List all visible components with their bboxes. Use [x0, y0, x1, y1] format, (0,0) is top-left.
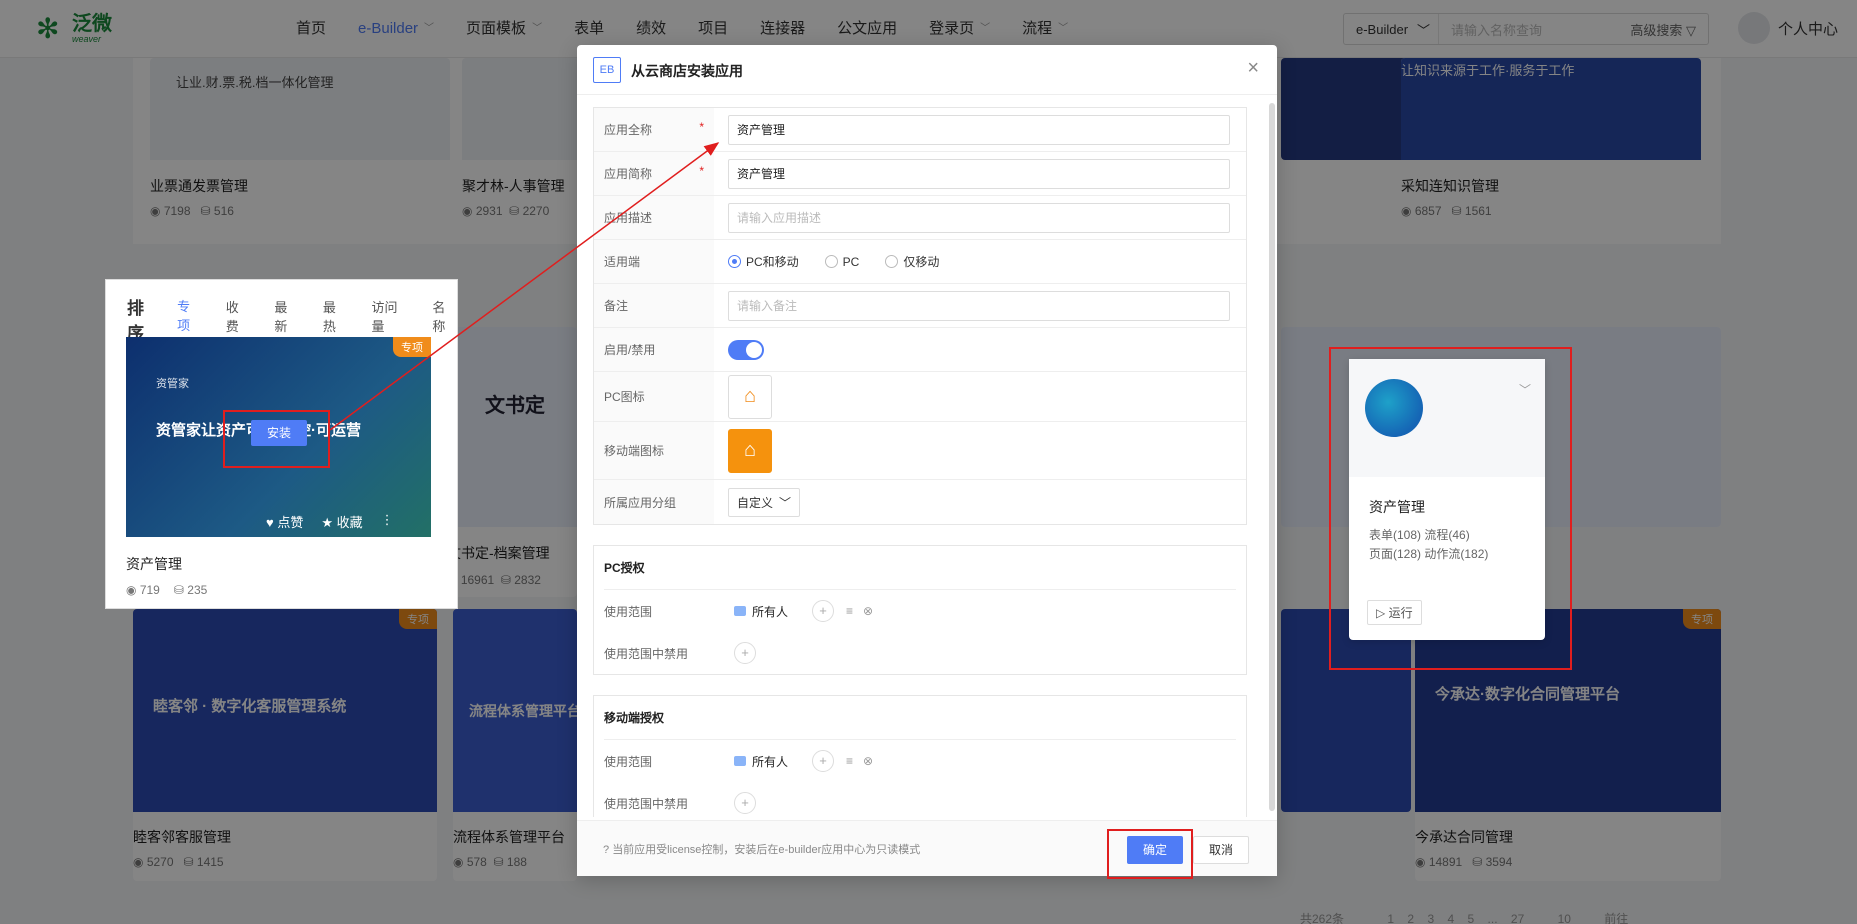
annotation-arrow	[329, 142, 720, 431]
